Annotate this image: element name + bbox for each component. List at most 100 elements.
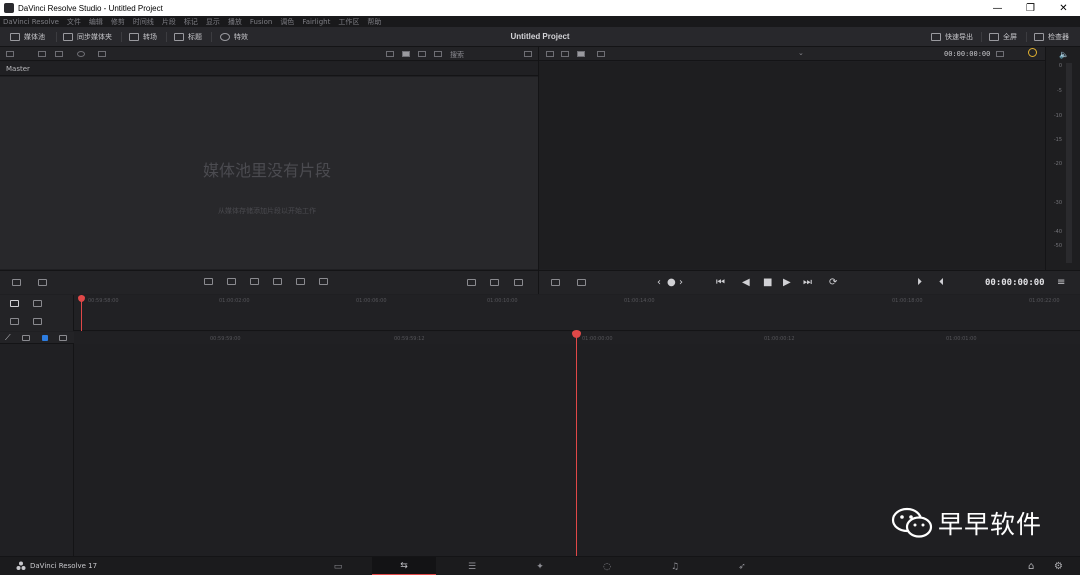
menu-fusion[interactable]: Fusion	[250, 18, 272, 26]
audio-waveform-icon[interactable]	[33, 318, 42, 325]
viewer-screen[interactable]	[539, 62, 1045, 269]
fullscreen-button[interactable]: 全屏	[989, 31, 1017, 43]
layout-icon-2[interactable]	[490, 279, 499, 286]
viewer-options-icon[interactable]	[996, 51, 1004, 57]
transport-menu-icon[interactable]: ≡	[1057, 277, 1065, 289]
menu-help[interactable]: 帮助	[367, 17, 381, 27]
menu-file[interactable]: 文件	[67, 17, 81, 27]
media-pool-area[interactable]: 媒体池里没有片段 从媒体存储添加片段以开始工作	[0, 77, 538, 269]
menu-mark[interactable]: 标记	[184, 17, 198, 27]
bin-master[interactable]: Master	[6, 65, 30, 73]
search-button[interactable]: 搜索	[450, 50, 464, 60]
track-height-icon[interactable]	[10, 318, 19, 325]
media-pool-icon	[10, 33, 20, 41]
tab-cut-page[interactable]: ⇆	[372, 557, 436, 575]
mark-in-icon[interactable]: ⏵	[917, 277, 922, 289]
layout-icon-1[interactable]	[467, 279, 476, 286]
place-on-top-icon[interactable]	[296, 278, 305, 285]
sync-bin-button[interactable]: 同步媒体夹	[63, 31, 112, 43]
sidebar-toggle-icon[interactable]	[6, 51, 14, 57]
menu-edit[interactable]: 编辑	[89, 17, 103, 27]
menu-fairlight[interactable]: Fairlight	[302, 18, 330, 26]
lower-playhead-line[interactable]	[576, 332, 577, 556]
menu-workspace[interactable]: 工作区	[338, 17, 359, 27]
effects-button[interactable]: 特效	[220, 31, 248, 43]
timeline-tool-icon[interactable]	[10, 300, 19, 307]
mark-out-icon[interactable]: ⏴	[939, 277, 944, 289]
viewer-settings-icon[interactable]	[577, 279, 586, 286]
ruler-timecode: 01:00:06:00	[356, 298, 387, 304]
upper-timeline-tools	[0, 295, 74, 331]
viewer-layout-icon[interactable]	[551, 279, 560, 286]
menu-color[interactable]: 调色	[280, 17, 294, 27]
smart-insert-icon[interactable]	[12, 279, 21, 286]
play-reverse-icon[interactable]: ◀	[742, 277, 750, 289]
tab-deliver-page[interactable]: ➶	[710, 557, 774, 575]
quick-export-button[interactable]: 快速导出	[931, 31, 973, 43]
settings-gear-icon[interactable]: ⚙	[1054, 561, 1063, 572]
titles-button[interactable]: 标题	[174, 31, 202, 43]
project-title: Untitled Project	[510, 32, 570, 41]
restore-button[interactable]: ❐	[1014, 0, 1047, 16]
menu-playback[interactable]: 播放	[228, 17, 242, 27]
home-icon[interactable]: ⌂	[1028, 561, 1034, 572]
transitions-button[interactable]: 转场	[129, 31, 157, 43]
speaker-icon[interactable]: 🔈	[1059, 50, 1069, 59]
link-icon[interactable]	[22, 335, 30, 341]
clip-dot-icon[interactable]: ●	[667, 277, 676, 289]
snap-icon[interactable]	[33, 300, 42, 307]
loop-icon[interactable]: ⟳	[829, 277, 837, 289]
close-button[interactable]: ✕	[1047, 0, 1080, 16]
go-to-end-icon[interactable]: ⏭	[803, 277, 812, 289]
tab-media-page[interactable]: ▭	[306, 557, 370, 575]
menu-clip[interactable]: 片段	[162, 17, 176, 27]
flag-icon[interactable]	[42, 335, 48, 341]
append-icon[interactable]	[227, 278, 236, 285]
list-view-icon[interactable]	[434, 51, 442, 57]
filmstrip-view-icon[interactable]	[418, 51, 426, 57]
menu-timeline[interactable]: 时间线	[133, 17, 154, 27]
ruler-timecode: 01:00:00:00	[582, 336, 613, 342]
next-clip-icon[interactable]: ›	[679, 277, 683, 289]
tab-color-page[interactable]: ◌	[575, 557, 639, 575]
sort-icon[interactable]	[524, 51, 532, 57]
go-to-start-icon[interactable]: ⏮	[716, 277, 725, 289]
marker-icon[interactable]	[59, 335, 67, 341]
smart-insert-tool-icon[interactable]	[204, 278, 213, 285]
timeline-view-icon[interactable]	[577, 51, 585, 57]
cut-scissors-icon[interactable]	[38, 279, 47, 286]
media-pool-button[interactable]: 媒体池	[10, 31, 45, 43]
cut-page-icon: ⇆	[400, 560, 408, 571]
source-overwrite-icon[interactable]	[319, 278, 328, 285]
tab-fairlight-page[interactable]: ♫	[643, 557, 707, 575]
viewer-mode-icon[interactable]	[597, 51, 605, 57]
inspector-button[interactable]: 检查器	[1034, 31, 1069, 43]
new-bin-icon[interactable]	[55, 51, 63, 57]
layout-icon-3[interactable]	[514, 279, 523, 286]
close-up-icon[interactable]	[273, 278, 282, 285]
tab-edit-page[interactable]: ☰	[440, 557, 504, 575]
menu-trim[interactable]: 修剪	[111, 17, 125, 27]
stop-icon[interactable]: ■	[763, 277, 772, 289]
minimize-button[interactable]: —	[981, 0, 1014, 16]
source-tape-icon[interactable]	[561, 51, 569, 57]
ruler-timecode: 01:00:14:00	[624, 298, 655, 304]
inspector-icon	[1034, 33, 1044, 41]
import-icon[interactable]	[38, 51, 46, 57]
ripple-overwrite-icon[interactable]	[250, 278, 259, 285]
audio-sync-icon[interactable]	[1028, 48, 1037, 57]
menu-view[interactable]: 显示	[206, 17, 220, 27]
metadata-view-icon[interactable]	[386, 51, 394, 57]
thumbnail-view-icon[interactable]	[402, 51, 410, 57]
chevron-down-icon[interactable]: ⌄	[798, 49, 804, 57]
play-icon[interactable]: ▶	[783, 277, 791, 289]
upper-timeline[interactable]: 00:59:58:00 01:00:02:00 01:00:06:00 01:0…	[74, 295, 1080, 331]
refresh-icon[interactable]	[77, 51, 85, 57]
blade-icon[interactable]: ⟋	[5, 333, 11, 343]
inspector-label: 检查器	[1048, 33, 1069, 41]
source-clip-icon[interactable]	[546, 51, 554, 57]
previous-clip-icon[interactable]: ‹	[657, 277, 661, 289]
tab-fusion-page[interactable]: ✦	[508, 557, 572, 575]
menu-davinci-resolve[interactable]: DaVinci Resolve	[3, 18, 59, 26]
smart-bin-icon[interactable]	[98, 51, 106, 57]
